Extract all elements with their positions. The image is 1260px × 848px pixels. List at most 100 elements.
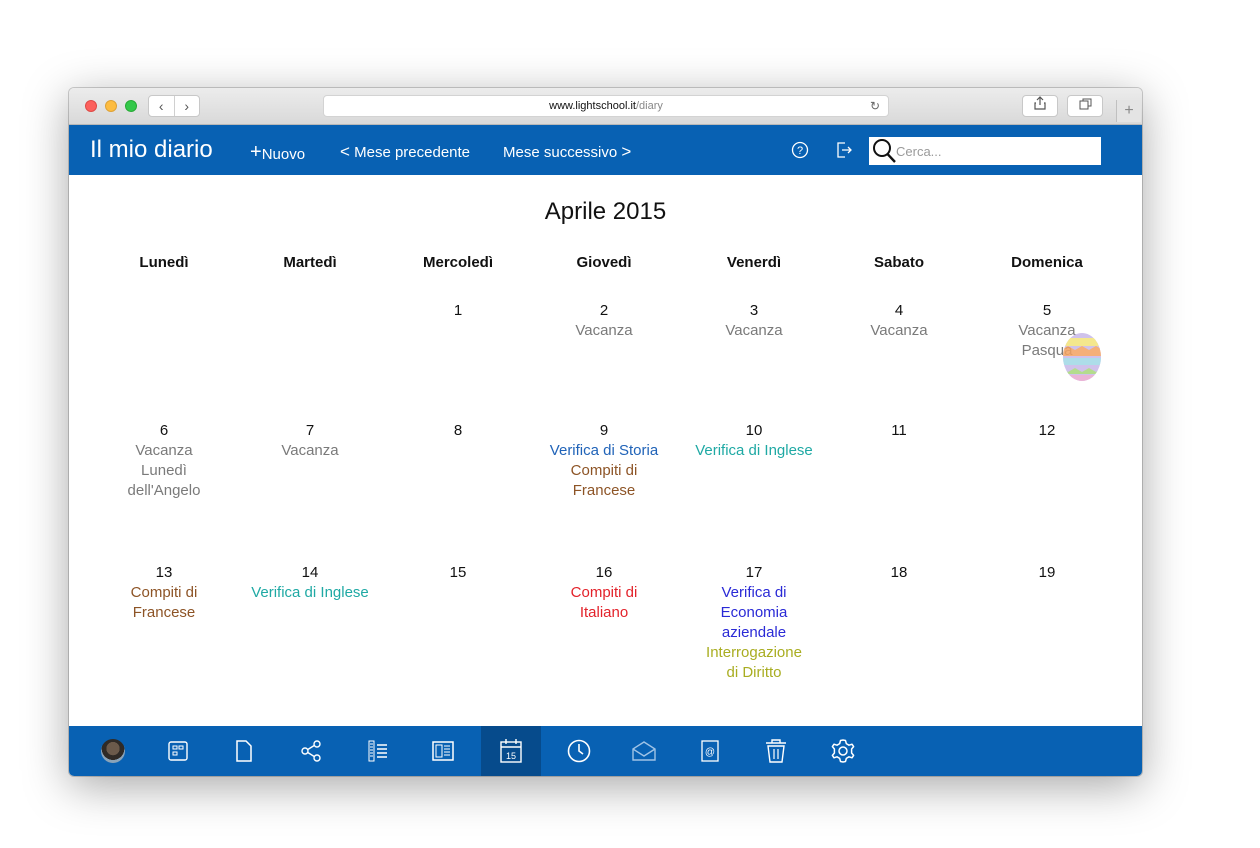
calendar-event[interactable]: Verifica di Inglese [237,583,383,603]
calendar-day-cell[interactable]: 18 [826,563,972,583]
calendar-event[interactable]: Lunedì dell'Angelo [91,461,237,501]
prev-month-button[interactable]: < Mese precedente [340,142,470,162]
search-box [869,137,1101,165]
day-number: 11 [891,422,907,439]
calendar-event[interactable]: Compiti di Italiano [531,583,677,623]
calendar-event[interactable]: Verifica di Economia aziendale [681,583,827,643]
day-number: 17 [745,564,763,581]
nav-reader[interactable] [413,726,473,776]
zoom-window-button[interactable] [125,100,137,112]
nav-register[interactable] [348,726,408,776]
forward-button[interactable]: › [175,96,200,116]
calendar-event[interactable]: Vacanza [681,321,827,341]
nav-files[interactable] [214,726,274,776]
calendar-day-cell[interactable]: 17 Verifica di Economia aziendale Interrog… [681,563,827,683]
calendar-day-cell[interactable]: 11 [826,421,972,441]
settings-icon [831,739,855,763]
contacts-icon: @ [701,740,719,762]
clock-icon [567,739,591,763]
calendar-day-cell[interactable]: 15 [385,563,531,583]
calendar-event[interactable]: Interrogazione di Diritto [681,643,827,683]
nav-desktop[interactable] [148,726,208,776]
bottom-nav-bar: 15 @ [69,726,1142,776]
calendar-event[interactable]: Vacanza [91,441,237,461]
nav-trash[interactable] [746,726,806,776]
nav-messages[interactable] [614,726,674,776]
desktop-icon [168,741,188,761]
calendar-day-cell[interactable]: 1 [385,301,531,321]
next-month-label: Mese successivo [503,144,618,161]
month-title: Aprile 2015 [544,198,667,225]
calendar-day-cell[interactable]: 14 Verifica di Inglese [237,563,383,603]
day-number: 7 [305,422,315,439]
calendar-event[interactable]: Verifica di Inglese [681,441,827,461]
reader-icon [432,741,454,761]
weekday-header: Venerdì [726,254,782,271]
new-tab-button[interactable]: + [1116,100,1141,122]
calendar-day-cell[interactable]: 9 Verifica di Storia Compiti di Francese [531,421,677,501]
plus-icon: + [250,141,262,163]
calendar-day-cell[interactable]: 3 Vacanza [681,301,827,341]
url-domain: www.lightschool.it [549,100,636,112]
calendar-event[interactable]: Vacanza [531,321,677,341]
app-title: Il mio diario [90,136,213,163]
search-input[interactable] [896,141,1096,161]
calendar-day-cell[interactable]: 10 Verifica di Inglese [681,421,827,461]
day-number: 18 [890,564,908,581]
day-number: 2 [599,302,609,319]
next-month-button[interactable]: Mese successivo > [503,142,631,162]
calendar-day-cell[interactable]: 2 Vacanza [531,301,677,341]
svg-text:15: 15 [506,751,516,761]
calendar-event[interactable]: Compiti di Francese [531,461,677,501]
minimize-window-button[interactable] [105,100,117,112]
nav-share[interactable] [281,726,341,776]
day-number: 10 [745,422,763,439]
day-number: 8 [453,422,463,439]
url-path: /diary [635,100,663,112]
share-upload-icon [1034,96,1046,110]
calendar-event[interactable]: Verifica di Storia [531,441,677,461]
chevron-left-icon: < [340,142,350,161]
calendar-event[interactable]: Compiti di Francese [91,583,237,623]
tabs-icon [1079,98,1091,110]
share-browser-button[interactable] [1022,95,1058,117]
address-bar[interactable]: www.lightschool.it/diary ↻ [323,95,889,117]
app-header: Il mio diario +Nuovo < Mese precedente M… [69,125,1142,175]
weekday-header: Mercoledì [422,254,494,271]
tabs-overview-button[interactable] [1067,95,1103,117]
logout-icon[interactable] [835,141,853,159]
history-nav: ‹ › [148,95,200,117]
search-icon[interactable] [871,138,897,164]
new-entry-button[interactable]: +Nuovo [250,141,305,165]
calendar-day-cell[interactable]: 12 [974,421,1120,441]
nav-contacts[interactable]: @ [680,726,740,776]
day-number: 6 [159,422,169,439]
calendar-day-cell[interactable]: 7 Vacanza [237,421,383,461]
close-window-button[interactable] [85,100,97,112]
calendar-day-cell[interactable]: 4 Vacanza [826,301,972,341]
nav-profile[interactable] [83,726,143,776]
help-icon[interactable]: ? [791,141,809,159]
reload-icon[interactable]: ↻ [870,96,880,116]
day-number: 4 [894,302,904,319]
back-button[interactable]: ‹ [149,96,175,116]
file-icon [236,740,252,762]
nav-timetable[interactable] [549,726,609,776]
calendar-day-cell[interactable]: 8 [385,421,531,441]
calendar-event[interactable]: Vacanza [826,321,972,341]
weekday-header: Lunedì [139,254,189,271]
day-number: 3 [749,302,759,319]
mail-icon [632,741,656,761]
calendar-day-cell[interactable]: 19 [974,563,1120,583]
nav-diary[interactable]: 15 [481,726,541,776]
calendar-day-cell[interactable]: 6 Vacanza Lunedì dell'Angelo [91,421,237,501]
nav-settings[interactable] [813,726,873,776]
browser-window: ‹ › www.lightschool.it/diary ↻ + Il mio … [69,88,1142,776]
calendar-event[interactable]: Vacanza [237,441,383,461]
weekday-header: Sabato [873,254,924,271]
day-number: 12 [1038,422,1056,439]
calendar-day-cell[interactable]: 16 Compiti di Italiano [531,563,677,623]
day-number: 5 [1042,302,1052,319]
share-icon [301,740,321,762]
calendar-day-cell[interactable]: 13 Compiti di Francese [91,563,237,623]
